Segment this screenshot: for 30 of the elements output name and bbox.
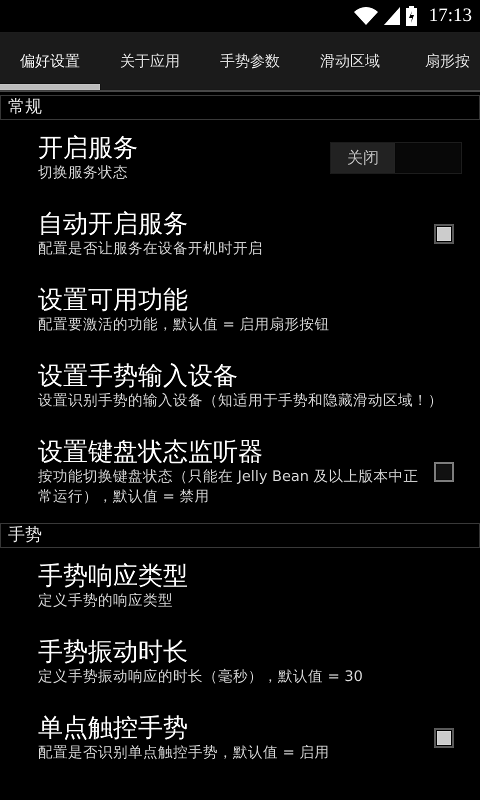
setting-description: 切换服务状态 (38, 164, 129, 183)
checkbox[interactable] (434, 224, 454, 244)
setting-title[interactable]: 单点触控手势 (38, 713, 424, 743)
tab[interactable]: 手势参数 (200, 32, 300, 90)
toggle-switch[interactable]: 关闭 (330, 142, 462, 174)
setting-description: 按功能切换键盘状态（只能在 Jelly Bean 及以上版本中正常运行），默认值 = 禁用 (38, 468, 420, 507)
setting-description: 配置是否让服务在设备开机时开启 (38, 240, 264, 259)
setting-title[interactable]: 设置可用功能 (38, 285, 462, 315)
setting-title[interactable]: 自动开启服务 (38, 209, 424, 239)
setting-description: 配置是否识别单点触控手势，默认值 = 启用 (38, 744, 330, 763)
checkbox[interactable] (434, 728, 454, 748)
section-header: 常规 (0, 95, 480, 120)
setting-description: 配置要激活的功能，默认值 = 启用扇形按钮 (38, 316, 330, 335)
setting-title[interactable]: 设置手势输入设备 (38, 361, 462, 391)
checkbox[interactable] (434, 462, 454, 482)
setting-description: 设置识别手势的输入设备（知适用于手势和隐藏滑动区域！） (38, 392, 444, 411)
section-header: 手势 (0, 523, 480, 548)
battery-icon (406, 6, 417, 26)
tab[interactable]: 关于应用 (100, 32, 200, 90)
clock-time: 17:13 (428, 5, 472, 27)
signal-icon (384, 7, 400, 25)
setting-description: 定义手势振动响应的时长（毫秒），默认值 = 30 (38, 668, 364, 687)
tab[interactable]: 滑动区域 (300, 32, 400, 90)
tab[interactable]: 扇形按 (400, 32, 480, 90)
setting-title[interactable]: 设置键盘状态监听器 (38, 437, 424, 467)
setting-description: 定义手势的响应类型 (38, 592, 174, 611)
setting-title[interactable]: 手势响应类型 (38, 561, 462, 591)
setting-title[interactable]: 手势振动时长 (38, 637, 462, 667)
wifi-icon (354, 7, 378, 25)
setting-title[interactable]: 开启服务 (38, 133, 320, 163)
